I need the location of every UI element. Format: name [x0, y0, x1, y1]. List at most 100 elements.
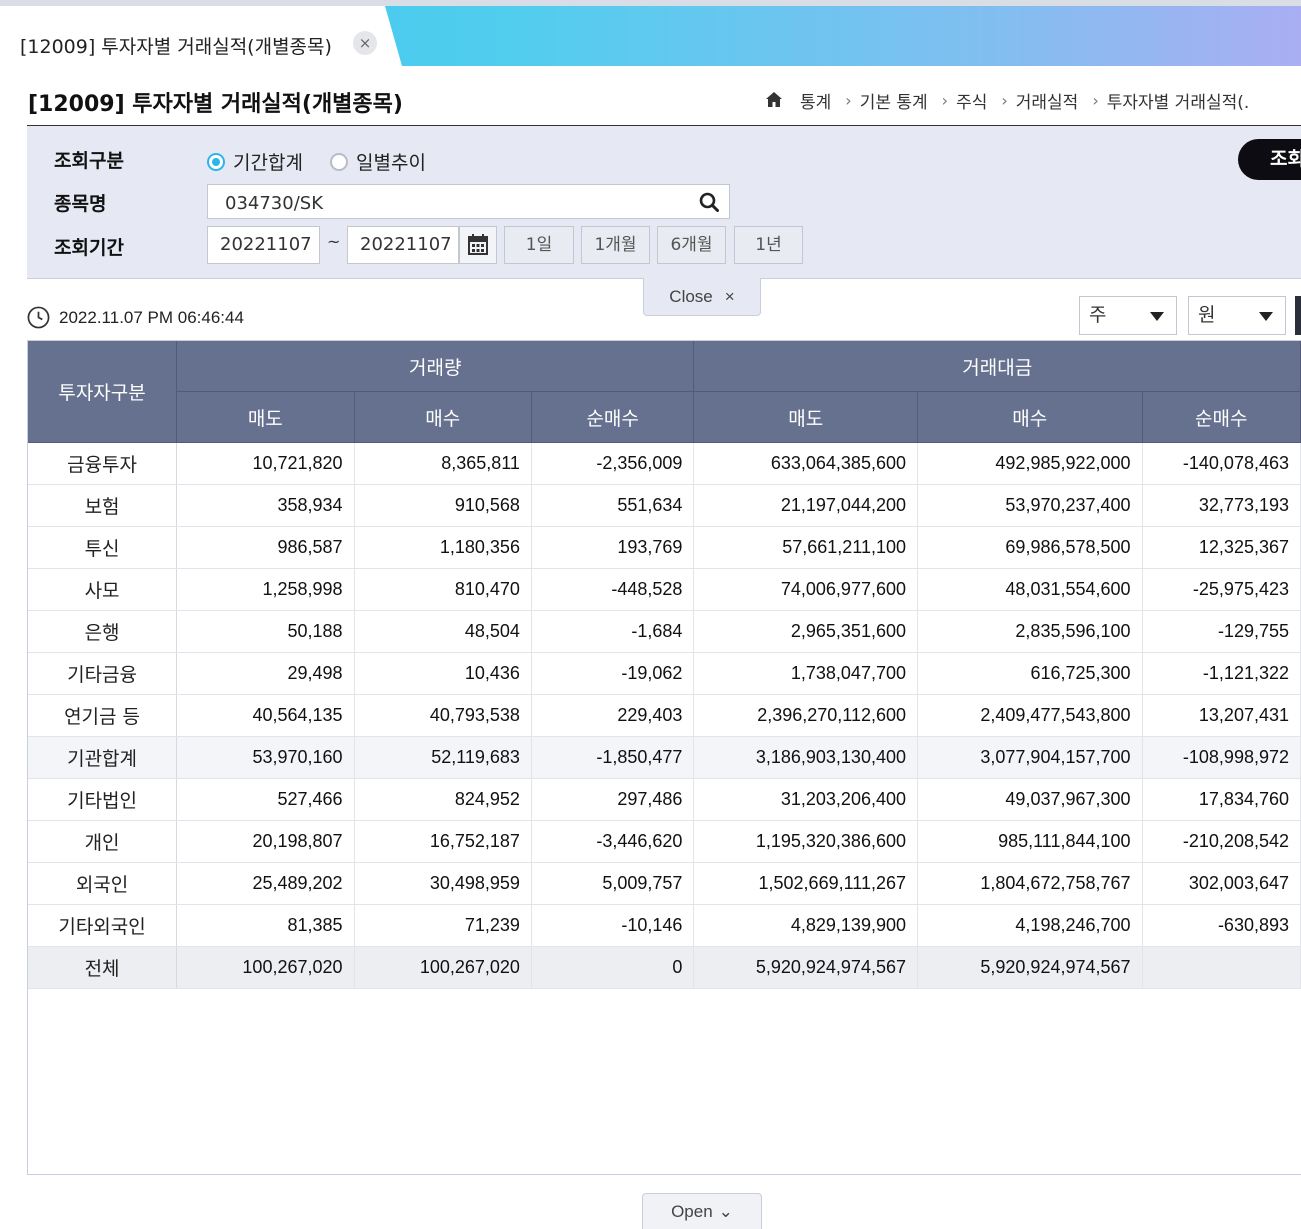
value-cell: -108,998,972 [1142, 736, 1301, 779]
calendar-button[interactable] [459, 226, 497, 264]
value-cell: 2,396,270,112,600 [693, 694, 918, 737]
value-cell: 74,006,977,600 [693, 568, 918, 611]
value-cell: 81,385 [176, 904, 355, 947]
breadcrumb-item[interactable]: 기본 통계 [860, 88, 928, 113]
radio-daily-trend[interactable]: 일별추이 [330, 148, 426, 175]
value-cell: 30,498,959 [354, 862, 532, 905]
table-row: 개인 20,198,807 16,752,187 -3,446,620 1,195,32… [28, 820, 1301, 863]
value-cell: 229,403 [531, 694, 695, 737]
stock-search-input[interactable] [223, 190, 687, 216]
investor-type-cell: 은행 [28, 610, 178, 653]
amount-unit-value: 원 [1198, 304, 1216, 326]
search-panel: 조회구분 기간합계 일별추이 종목명 조회기간 20221107 ~ 20221… [27, 126, 1301, 279]
calendar-icon [468, 234, 488, 255]
period-button-6m[interactable]: 6개월 [657, 226, 726, 264]
value-cell: 4,829,139,900 [693, 904, 918, 947]
radio-unselected-icon[interactable] [330, 152, 348, 171]
breadcrumb-item[interactable]: 투자자별 거래실적(. [1107, 88, 1250, 113]
value-cell: 633,064,385,600 [693, 442, 918, 485]
value-cell: 48,031,554,600 [917, 568, 1143, 611]
table-row: 기관합계 53,970,160 52,119,683 -1,850,477 3,186,… [28, 736, 1301, 779]
investor-type-cell: 금융투자 [28, 442, 178, 485]
breadcrumb-item[interactable]: 거래실적 [1016, 88, 1079, 113]
value-cell: 3,077,904,157,700 [917, 736, 1143, 779]
value-cell: 2,965,351,600 [693, 610, 918, 653]
radio-period-total-label: 기간합계 [233, 152, 303, 174]
table-row: 보험 358,934 910,568 551,634 21,197,044,200 53,… [28, 484, 1301, 527]
table-row: 기타금융 29,498 10,436 -19,062 1,738,047,700 616,… [28, 652, 1301, 695]
value-cell: -1,121,322 [1142, 652, 1301, 695]
stock-search-box[interactable] [207, 184, 730, 219]
search-icon[interactable] [699, 192, 719, 212]
breadcrumb-item[interactable]: 통계 [800, 88, 831, 113]
value-cell: 297,486 [531, 778, 695, 821]
table-row: 기타외국인 81,385 71,239 -10,146 4,829,139,900 4,1… [28, 904, 1301, 947]
value-cell: 12,325,367 [1142, 526, 1301, 569]
value-cell: 527,466 [176, 778, 355, 821]
tab-close-icon[interactable]: × [353, 31, 377, 55]
radio-selected-icon[interactable] [207, 152, 225, 171]
close-icon: × [724, 286, 735, 306]
value-cell: 4,198,246,700 [917, 904, 1143, 947]
value-cell: 71,239 [354, 904, 532, 947]
value-cell: 32,773,193 [1142, 484, 1301, 527]
value-cell: 3,186,903,130,400 [693, 736, 918, 779]
value-cell: 5,009,757 [531, 862, 695, 905]
breadcrumb-item[interactable]: 주식 [956, 88, 987, 113]
panel-open-label: Open [671, 1201, 713, 1221]
value-cell: 25,489,202 [176, 862, 355, 905]
header-volume-sell: 매도 [176, 391, 355, 443]
header-amount-buy: 매수 [917, 391, 1143, 443]
clock-icon [27, 306, 50, 329]
investor-type-cell: 기타법인 [28, 778, 178, 821]
investor-type-cell: 외국인 [28, 862, 178, 905]
value-cell: 10,436 [354, 652, 532, 695]
period-button-1m[interactable]: 1개월 [581, 226, 650, 264]
value-cell: -140,078,463 [1142, 442, 1301, 485]
table-row: 투신 986,587 1,180,356 193,769 57,661,211,100 6… [28, 526, 1301, 569]
value-cell: 21,197,044,200 [693, 484, 918, 527]
date-to-input[interactable]: 20221107 [347, 226, 459, 264]
value-cell: 910,568 [354, 484, 532, 527]
home-icon[interactable] [766, 92, 782, 107]
table-row: 은행 50,188 48,504 -1,684 2,965,351,600 2,835,5… [28, 610, 1301, 653]
table-row: 전체 100,267,020 100,267,020 0 5,920,924,974,5… [28, 946, 1301, 989]
value-cell: 31,203,206,400 [693, 778, 918, 821]
investor-trading-table: 투자자구분 거래량 거래대금 매도 매수 순매수 매도 매수 순매수 금융투자 1… [27, 340, 1301, 1175]
value-cell: -10,146 [531, 904, 695, 947]
radio-period-total[interactable]: 기간합계 [207, 148, 303, 175]
investor-type-cell: 연기금 등 [28, 694, 178, 737]
investor-type-cell: 투신 [28, 526, 178, 569]
value-cell: 100,267,020 [176, 946, 355, 989]
value-cell: 551,634 [531, 484, 695, 527]
date-from-input[interactable]: 20221107 [207, 226, 320, 264]
value-cell: 13,207,431 [1142, 694, 1301, 737]
period-button-1d[interactable]: 1일 [504, 226, 574, 264]
volume-unit-select[interactable]: 주 [1079, 296, 1177, 335]
page-title: [12009] 투자자별 거래실적(개별종목) [28, 92, 403, 117]
panel-open-tab[interactable]: Open ⌄ [642, 1193, 762, 1229]
value-cell: -19,062 [531, 652, 695, 695]
value-cell: -448,528 [531, 568, 695, 611]
query-period-label: 조회기간 [54, 237, 124, 259]
header-volume-net: 순매수 [531, 391, 695, 443]
amount-unit-select[interactable]: 원 [1188, 296, 1286, 335]
value-cell: 1,502,669,111,267 [693, 862, 918, 905]
header-group-amount: 거래대금 [693, 341, 1301, 392]
caret-down-icon [1150, 312, 1164, 321]
header-group-volume: 거래량 [176, 341, 695, 392]
period-button-1y[interactable]: 1년 [734, 226, 803, 264]
value-cell: 302,003,647 [1142, 862, 1301, 905]
date-range-tilde: ~ [327, 232, 341, 251]
chevron-down-icon: ⌄ [718, 1201, 733, 1221]
value-cell: 52,119,683 [354, 736, 532, 779]
value-cell: -210,208,542 [1142, 820, 1301, 863]
download-button[interactable] [1295, 296, 1301, 335]
value-cell: -630,893 [1142, 904, 1301, 947]
tab-title[interactable]: [12009] 투자자별 거래실적(개별종목) [20, 32, 332, 59]
value-cell: 53,970,237,400 [917, 484, 1143, 527]
header-volume-buy: 매수 [354, 391, 532, 443]
panel-close-tab[interactable]: Close × [643, 278, 761, 316]
query-button[interactable]: 조회 [1238, 139, 1301, 180]
value-cell: 40,564,135 [176, 694, 355, 737]
